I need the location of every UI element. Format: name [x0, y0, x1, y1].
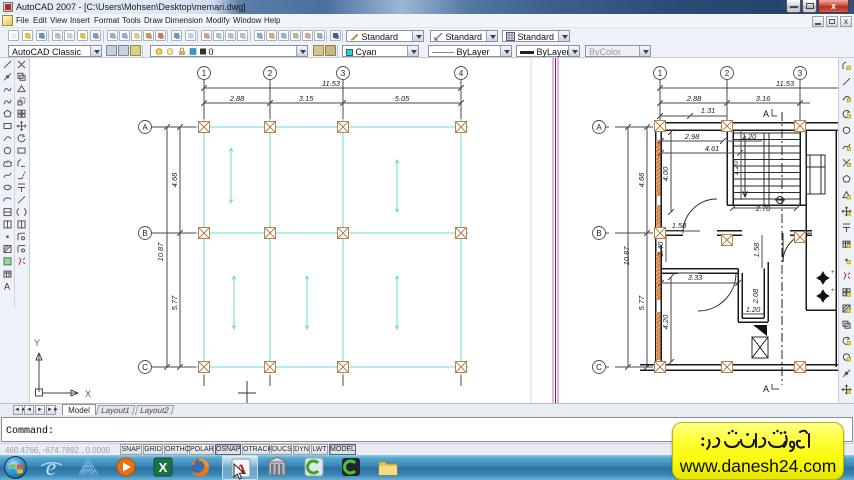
- svg-text:4.61: 4.61: [705, 144, 720, 153]
- svg-text:5.05: 5.05: [395, 94, 410, 103]
- svg-text:10.87: 10.87: [622, 246, 631, 266]
- svg-text:A: A: [4, 281, 10, 291]
- svg-text:1.58: 1.58: [672, 221, 687, 230]
- svg-text:2.98: 2.98: [684, 132, 700, 141]
- svg-text:A: A: [142, 123, 148, 132]
- svg-text:3.16: 3.16: [756, 94, 771, 103]
- svg-text:2: 2: [725, 69, 730, 78]
- svg-text:2.40: 2.40: [656, 241, 665, 257]
- svg-text:3: 3: [798, 69, 803, 78]
- svg-text:C: C: [142, 363, 148, 372]
- svg-text:3.33: 3.33: [688, 273, 703, 282]
- svg-text:A: A: [596, 123, 602, 132]
- svg-text:2.08: 2.08: [751, 288, 760, 304]
- svg-text:C: C: [596, 363, 602, 372]
- svg-text:3: 3: [341, 69, 346, 78]
- svg-text:4: 4: [459, 69, 464, 78]
- svg-text:2: 2: [268, 69, 273, 78]
- svg-text:A: A: [763, 384, 769, 394]
- svg-text:1.20: 1.20: [742, 132, 757, 141]
- svg-text:www.danesh24.com: www.danesh24.com: [679, 456, 837, 476]
- svg-text:Y: Y: [34, 338, 40, 348]
- svg-text:+: +: [831, 288, 835, 294]
- svg-text:e: e: [46, 456, 57, 479]
- svg-text:1.20: 1.20: [731, 160, 740, 175]
- svg-text:B: B: [596, 229, 601, 238]
- svg-text:4.20: 4.20: [661, 314, 670, 329]
- svg-text:1: 1: [658, 69, 663, 78]
- svg-text:B: B: [142, 229, 147, 238]
- svg-text:1: 1: [202, 69, 207, 78]
- svg-text:1.58: 1.58: [752, 242, 761, 257]
- svg-text:2.88: 2.88: [229, 94, 245, 103]
- svg-text:5.77: 5.77: [637, 295, 646, 310]
- svg-text:11.53: 11.53: [322, 79, 341, 88]
- svg-text:5.77: 5.77: [170, 295, 179, 310]
- svg-text:1.31: 1.31: [701, 106, 716, 115]
- svg-text:A: A: [763, 109, 769, 119]
- svg-text:10.87: 10.87: [156, 242, 165, 262]
- svg-text:11.53: 11.53: [776, 79, 795, 88]
- svg-text:4.00: 4.00: [661, 166, 670, 181]
- svg-text:4.66: 4.66: [170, 172, 179, 187]
- svg-text:+: +: [831, 270, 835, 276]
- svg-text:3.15: 3.15: [299, 94, 314, 103]
- svg-text:1.20: 1.20: [746, 305, 761, 314]
- svg-text:X: X: [85, 389, 91, 399]
- svg-text:2.88: 2.88: [686, 94, 702, 103]
- svg-text:4.66: 4.66: [637, 172, 646, 187]
- svg-text:X: X: [159, 460, 168, 475]
